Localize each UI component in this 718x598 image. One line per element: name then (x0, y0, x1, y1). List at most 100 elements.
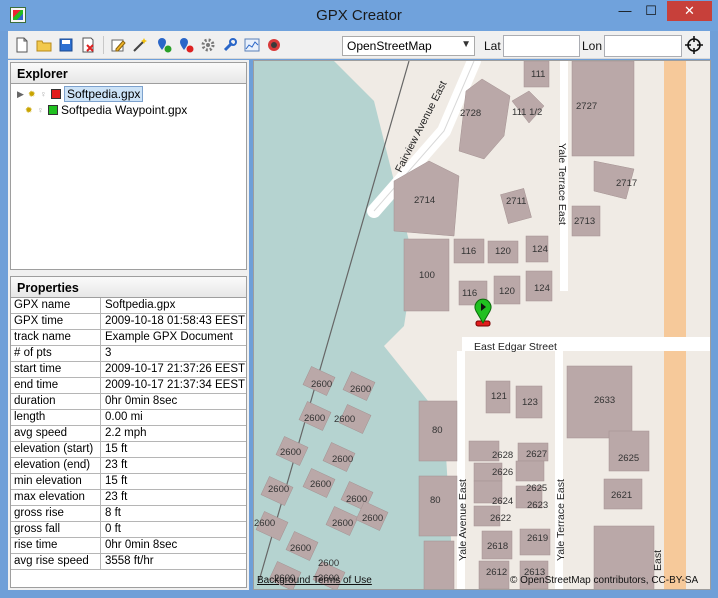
open-folder-icon[interactable] (34, 35, 54, 55)
building-number: 2600 (280, 447, 301, 458)
building-number: 2627 (526, 449, 547, 460)
property-value[interactable]: 2009-10-17 21:37:26 EEST (102, 362, 246, 378)
map-canvas[interactable]: 111 2727 2728 111 1/2 2717 2714 2711 271… (254, 61, 711, 590)
table-row: avg rise speed 3558 ft/hr (11, 554, 246, 570)
table-row: gross fall 0 ft (11, 522, 246, 538)
map-source-select[interactable]: OpenStreetMap ▼ (342, 36, 475, 56)
tools-icon[interactable] (220, 35, 240, 55)
building-number: 2600 (350, 384, 371, 395)
property-value[interactable]: Example GPX Document (102, 330, 246, 346)
sun-icon: ✹ (25, 104, 33, 115)
property-value[interactable]: 2.2 mph (102, 426, 246, 442)
globe-icon[interactable] (264, 35, 284, 55)
property-key: min elevation (11, 474, 101, 490)
track-color-swatch (48, 105, 58, 115)
property-key: duration (11, 394, 101, 410)
table-row: duration 0hr 0min 8sec (11, 394, 246, 410)
settings-gear-icon[interactable] (198, 35, 218, 55)
building-number: 120 (499, 286, 515, 297)
table-row: avg speed 2.2 mph (11, 426, 246, 442)
terms-of-use-link[interactable]: Background Terms of Use (257, 575, 372, 586)
add-waypoint-icon[interactable] (154, 35, 174, 55)
table-row: min elevation 15 ft (11, 474, 246, 490)
property-value[interactable]: 0hr 0min 8sec (102, 538, 246, 554)
property-value[interactable]: 23 ft (102, 458, 246, 474)
sun-icon: ✹ (28, 88, 36, 99)
building-number: 2600 (310, 479, 331, 490)
table-row: # of pts 3 (11, 346, 246, 362)
property-value[interactable]: Softpedia.gpx (102, 298, 246, 314)
maximize-button[interactable]: ☐ (638, 1, 664, 21)
pin-icon: ♀ (40, 89, 47, 99)
lat-input[interactable] (503, 35, 580, 57)
building-number: 2713 (574, 216, 595, 227)
minimize-button[interactable]: — (612, 1, 638, 21)
property-key: elevation (start) (11, 442, 101, 458)
building-number: 123 (522, 397, 538, 408)
expand-arrow-icon[interactable]: ▶ (17, 89, 25, 100)
close-button[interactable]: ✕ (667, 1, 712, 21)
building-number: 2600 (334, 414, 355, 425)
explorer-tree: ▶ ✹ ♀ Softpedia.gpx ✹ ♀ Softpedia Waypoi… (10, 84, 247, 270)
table-row: end time 2009-10-17 21:37:34 EEST (11, 378, 246, 394)
building-number: 2619 (527, 533, 548, 544)
crosshair-icon[interactable] (684, 35, 704, 55)
property-value[interactable]: 2009-10-17 21:37:34 EEST (102, 378, 246, 394)
magic-wand-icon[interactable] (130, 35, 150, 55)
track-color-swatch (51, 89, 61, 99)
property-key: end time (11, 378, 101, 394)
save-icon[interactable] (56, 35, 76, 55)
building-number: 2600 (254, 518, 275, 529)
property-value[interactable]: 0.00 mi (102, 410, 246, 426)
property-key: gross fall (11, 522, 101, 538)
building-number: 116 (461, 246, 476, 257)
building-number: 2600 (290, 543, 311, 554)
lon-input[interactable] (604, 35, 682, 57)
tree-item[interactable]: ✹ ♀ Softpedia Waypoint.gpx (25, 102, 187, 118)
property-key: # of pts (11, 346, 101, 362)
lon-label: Lon (582, 39, 603, 53)
close-file-icon[interactable] (78, 35, 98, 55)
property-value[interactable]: 0 ft (102, 522, 246, 538)
building-number: 80 (432, 425, 443, 436)
window-title: GPX Creator (316, 7, 402, 24)
pin-icon: ♀ (37, 105, 44, 115)
property-value[interactable]: 2009-10-18 01:58:43 EEST (102, 314, 246, 330)
building-number: 2618 (487, 541, 508, 552)
property-value[interactable]: 0hr 0min 8sec (102, 394, 246, 410)
property-value[interactable]: 3 (102, 346, 246, 362)
building-number: 120 (495, 246, 511, 257)
edit-icon[interactable] (108, 35, 128, 55)
property-value[interactable]: 15 ft (102, 442, 246, 458)
building-number: 124 (532, 244, 548, 255)
building-number: 116 (462, 288, 477, 299)
file-name[interactable]: Softpedia Waypoint.gpx (61, 103, 187, 117)
major-road (664, 61, 686, 589)
table-row: GPX name Softpedia.gpx (11, 298, 246, 314)
building-number: 2623 (527, 500, 548, 511)
map-view[interactable]: 111 2727 2728 111 1/2 2717 2714 2711 271… (253, 60, 711, 590)
property-key: start time (11, 362, 101, 378)
remove-waypoint-icon[interactable] (176, 35, 196, 55)
properties-table: GPX name Softpedia.gpx GPX time 2009-10-18… (10, 298, 247, 588)
chart-icon[interactable] (242, 35, 262, 55)
table-row: max elevation 23 ft (11, 490, 246, 506)
property-value[interactable]: 15 ft (102, 474, 246, 490)
property-value[interactable]: 8 ft (102, 506, 246, 522)
building-number: 2600 (346, 494, 367, 505)
street-label: Yale Terrace East (556, 143, 568, 225)
property-value[interactable]: 3558 ft/hr (102, 554, 246, 570)
building-number: 2600 (362, 513, 383, 524)
file-name[interactable]: Softpedia.gpx (64, 86, 144, 102)
table-row: track name Example GPX Document (11, 330, 246, 346)
building-number: 2633 (594, 395, 615, 406)
map-source-value: OpenStreetMap (347, 39, 432, 53)
building-number: 2711 (506, 196, 526, 207)
property-key: max elevation (11, 490, 101, 506)
building-number: 124 (534, 283, 550, 294)
new-file-icon[interactable] (12, 35, 32, 55)
property-value[interactable]: 23 ft (102, 490, 246, 506)
table-row: gross rise 8 ft (11, 506, 246, 522)
toolbar: OpenStreetMap ▼ Lat Lon (8, 31, 710, 59)
tree-item[interactable]: ▶ ✹ ♀ Softpedia.gpx (17, 86, 144, 102)
